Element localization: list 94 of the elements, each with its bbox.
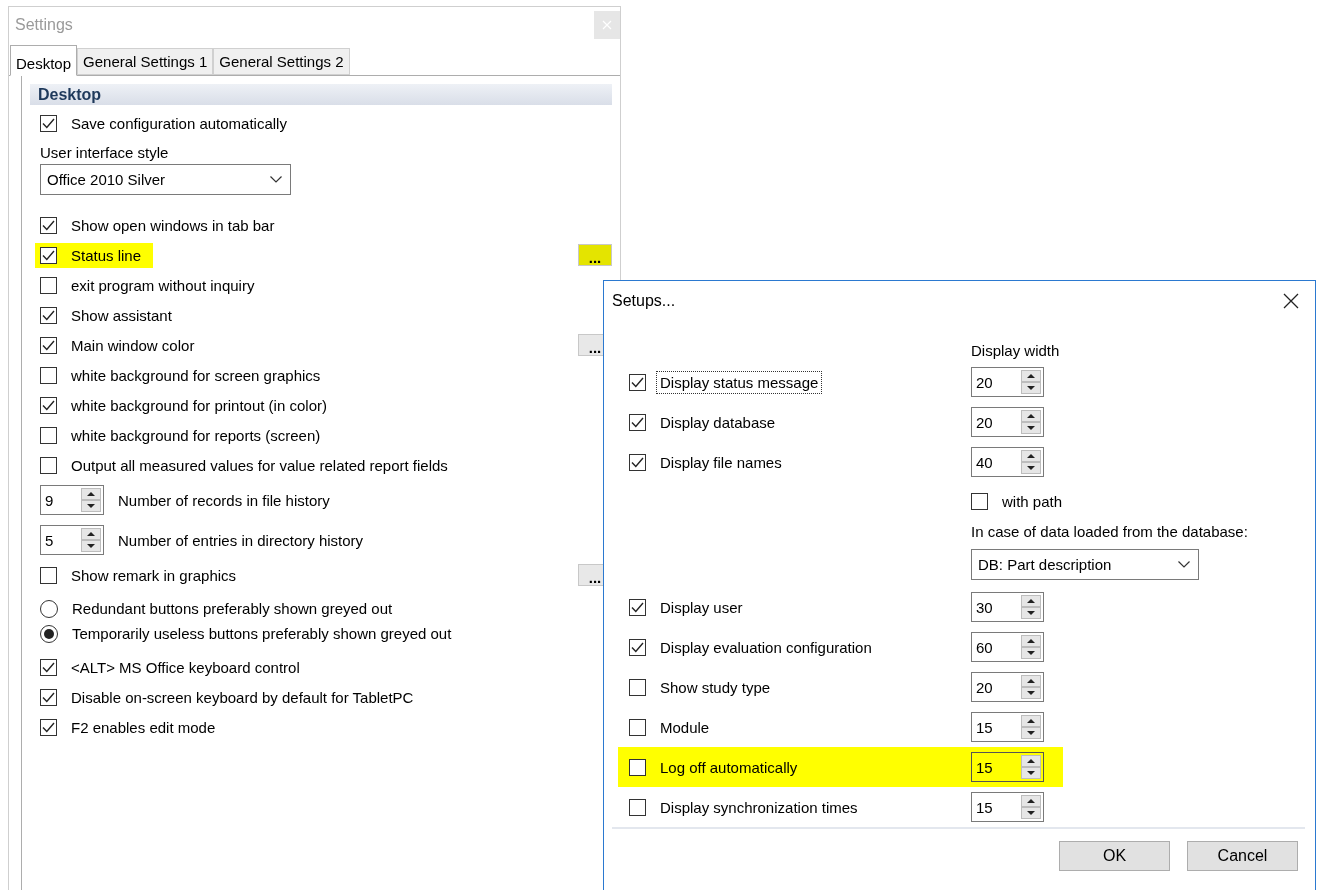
number-spinner[interactable]: 40 (971, 447, 1044, 477)
spin-arrows-icon[interactable] (1021, 715, 1041, 739)
checkbox-label: Show study type (659, 677, 772, 698)
radio-button[interactable] (40, 624, 58, 643)
spin-arrows-icon[interactable] (1021, 410, 1041, 434)
number-spinner[interactable]: 20 (971, 672, 1044, 702)
checkbox-label: Status line (71, 246, 142, 264)
number-spinner[interactable]: 20 (971, 407, 1044, 437)
close-icon (602, 20, 612, 30)
checkbox[interactable] (629, 598, 646, 616)
radio-button[interactable] (40, 599, 58, 618)
checkbox[interactable] (40, 366, 57, 384)
checkbox-label: white background for screen graphics (71, 366, 321, 384)
checkbox-label: Module (659, 717, 711, 738)
checkbox[interactable] (629, 373, 646, 391)
column-header: Display width (971, 341, 1060, 359)
chevron-down-icon (270, 176, 282, 183)
checkbox-label: exit program without inquiry (71, 276, 255, 294)
checkbox[interactable] (629, 413, 646, 431)
section-header: Desktop (30, 84, 612, 105)
checkbox[interactable] (40, 396, 57, 414)
spin-arrows-icon[interactable] (1021, 635, 1041, 659)
chevron-down-icon (1178, 561, 1190, 568)
checkbox-label: Output all measured values for value related report fields (71, 456, 448, 474)
checkbox-label: white background for printout (in color) (71, 396, 327, 414)
checkbox-label: Disable on-screen keyboard by default for TabletPC (71, 688, 414, 706)
number-spinner[interactable]: 15 (971, 792, 1044, 822)
spinner-label: Number of records in file history (118, 491, 330, 509)
checkbox[interactable] (629, 758, 646, 776)
number-spinner[interactable]: 30 (971, 592, 1044, 622)
checkbox[interactable] (40, 114, 57, 132)
checkbox-label: F2 enables edit mode (71, 718, 216, 736)
checkbox-label: Show assistant (71, 306, 172, 324)
checkbox-label: <ALT> MS Office keyboard control (71, 658, 300, 676)
checkbox-label: Display database (659, 412, 777, 433)
checkbox[interactable] (971, 492, 988, 510)
checkbox-label: Display user (659, 597, 744, 618)
checkbox[interactable] (40, 246, 57, 264)
radio-label: Redundant buttons preferably shown greyed out (72, 600, 393, 617)
checkbox-label: Show remark in graphics (71, 566, 237, 584)
checkbox[interactable] (40, 426, 57, 444)
checkbox[interactable] (40, 276, 57, 294)
number-spinner[interactable]: 5 (40, 525, 104, 555)
tab[interactable]: General Settings 1 (77, 48, 214, 75)
number-spinner[interactable]: 15 (971, 712, 1044, 742)
checkbox[interactable] (629, 798, 646, 816)
window-title: Settings (15, 16, 73, 34)
checkbox-label: Display synchronization times (659, 797, 859, 818)
close-icon (1283, 293, 1299, 309)
checkbox[interactable] (40, 566, 57, 584)
checkbox[interactable] (629, 453, 646, 471)
checkbox[interactable] (40, 216, 57, 234)
checkbox[interactable] (40, 658, 57, 676)
spinner-label: Number of entries in directory history (118, 531, 364, 549)
checkbox[interactable] (40, 306, 57, 324)
dialog-title: Setups... (612, 292, 676, 310)
checkbox-label: Display evaluation configuration (659, 637, 873, 658)
tab[interactable]: Desktop (10, 45, 78, 76)
checkbox[interactable] (40, 336, 57, 354)
style-dropdown[interactable]: Office 2010 Silver (40, 164, 291, 195)
field-label: User interface style (40, 143, 169, 161)
checkbox[interactable] (629, 638, 646, 656)
more-button[interactable]: ... (578, 244, 612, 266)
spin-arrows-icon[interactable] (81, 528, 101, 552)
spin-arrows-icon[interactable] (1021, 370, 1041, 394)
spin-arrows-icon[interactable] (1021, 595, 1041, 619)
checkbox[interactable] (629, 718, 646, 736)
radio-label: Temporarily useless buttons preferably shown greyed out (72, 625, 452, 642)
spin-arrows-icon[interactable] (1021, 795, 1041, 819)
number-spinner[interactable]: 60 (971, 632, 1044, 662)
checkbox[interactable] (40, 456, 57, 474)
spin-arrows-icon[interactable] (81, 488, 101, 512)
spin-arrows-icon[interactable] (1021, 755, 1041, 779)
number-spinner[interactable]: 20 (971, 367, 1044, 397)
checkbox-label: with path (1002, 492, 1063, 510)
number-spinner[interactable]: 15 (971, 752, 1044, 782)
dialog-button[interactable]: Cancel (1187, 841, 1298, 871)
field-label: In case of data loaded from the database: (971, 522, 1248, 540)
spin-arrows-icon[interactable] (1021, 450, 1041, 474)
dialog-button[interactable]: OK (1059, 841, 1170, 871)
checkbox-label: Display status message (656, 370, 823, 394)
checkbox[interactable] (629, 678, 646, 696)
checkbox-label: white background for reports (screen) (71, 426, 321, 444)
checkbox-label: Display file names (659, 452, 783, 473)
spin-arrows-icon[interactable] (1021, 675, 1041, 699)
checkbox[interactable] (40, 688, 57, 706)
checkbox-label: Main window color (71, 336, 195, 354)
checkbox-label: Save configuration automatically (71, 114, 287, 132)
tab[interactable]: General Settings 2 (213, 48, 350, 75)
checkbox-label: Show open windows in tab bar (71, 216, 275, 234)
number-spinner[interactable]: 9 (40, 485, 104, 515)
checkbox[interactable] (40, 718, 57, 736)
checkbox-label: Log off automatically (659, 757, 799, 778)
source-dropdown[interactable]: DB: Part description (971, 549, 1199, 580)
